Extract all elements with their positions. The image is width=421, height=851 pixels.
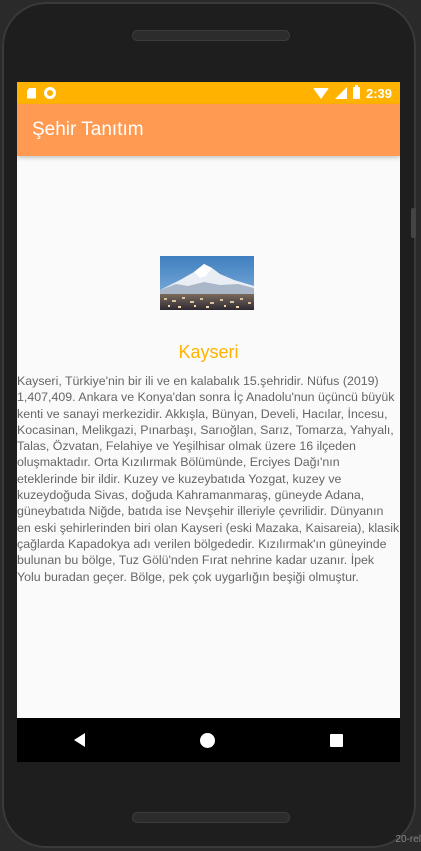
signal-icon (334, 87, 347, 99)
toolbar-title: Şehir Tanıtım (32, 119, 144, 140)
status-clock: 2:39 (365, 85, 392, 101)
notification-circle-icon (44, 87, 56, 99)
status-bar: 2:39 (17, 82, 400, 104)
app-screen: 2:39 Şehir Tanıtım Kayseri Kayseri, Türk… (17, 82, 400, 718)
home-icon[interactable] (199, 732, 215, 748)
recents-icon[interactable] (329, 733, 343, 747)
bottom-speaker (132, 812, 290, 823)
battery-icon (352, 85, 360, 99)
wifi-icon (312, 87, 329, 99)
city-description: Kayseri, Türkiye'nin bir ili ve en kalab… (17, 374, 400, 584)
city-name: Kayseri (178, 342, 239, 362)
status-right-icons: 2:39 (312, 85, 392, 101)
app-toolbar: Şehir Tanıtım (17, 104, 400, 156)
navigation-bar (17, 718, 400, 762)
corner-label: 20-rel (395, 834, 421, 845)
power-button[interactable] (411, 208, 416, 238)
status-left-icons (27, 87, 56, 99)
top-speaker (132, 30, 290, 41)
sd-card-icon (27, 87, 36, 99)
back-icon[interactable] (74, 733, 86, 747)
mountain-city-image-art (160, 256, 254, 310)
city-image (160, 256, 254, 310)
